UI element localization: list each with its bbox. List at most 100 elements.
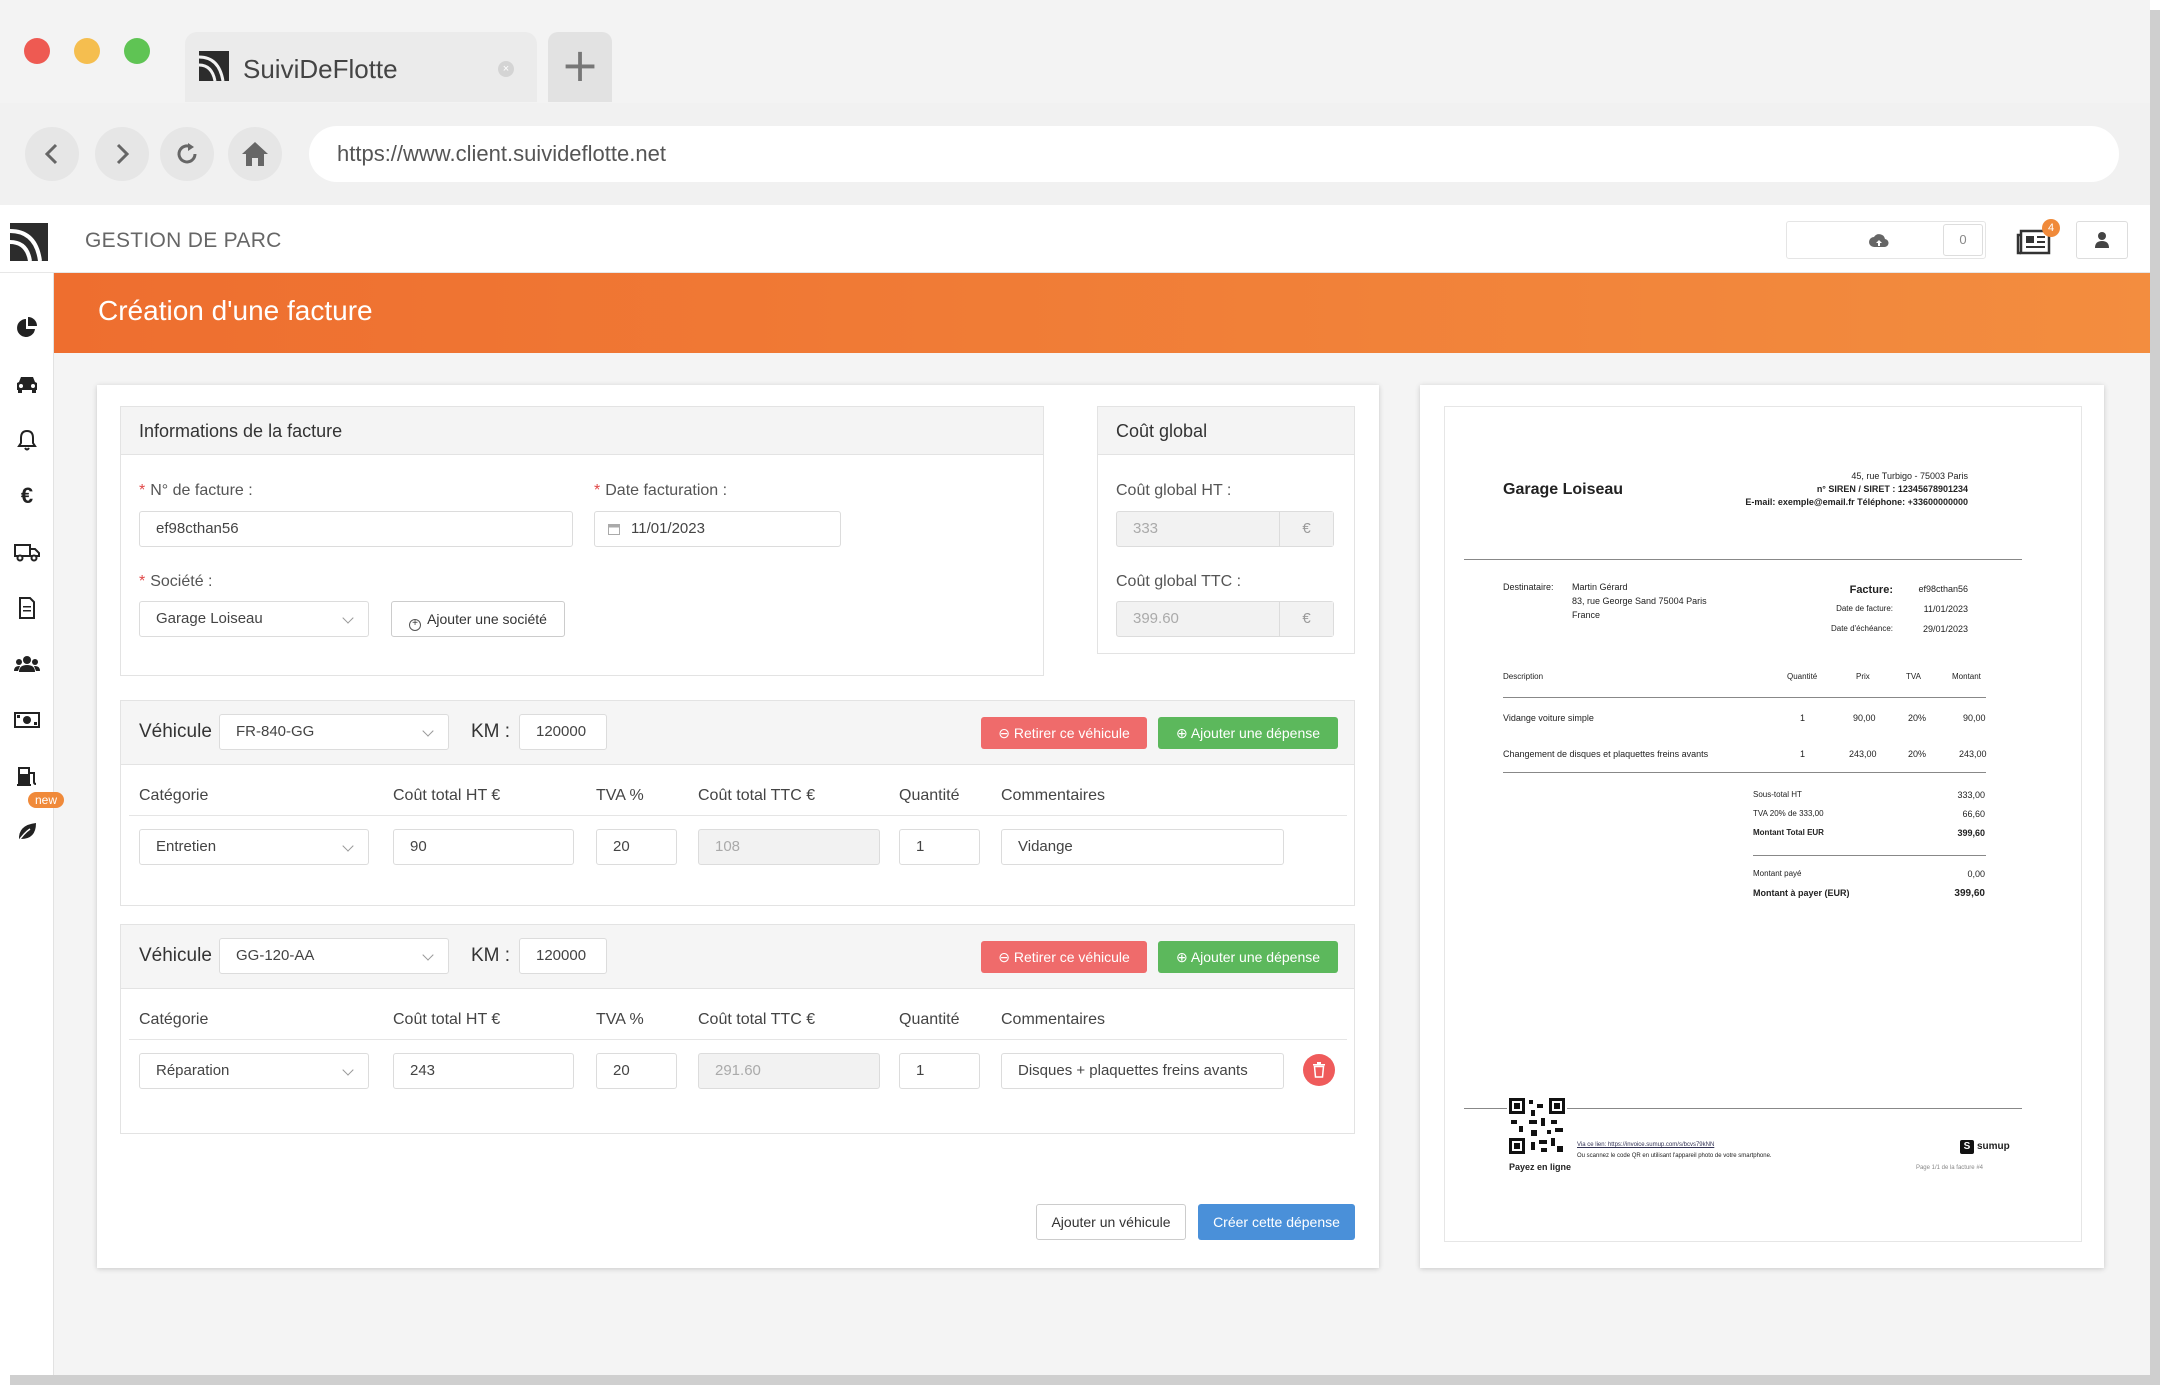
invoice-divider <box>1503 697 1986 698</box>
sidebar-item-ecology[interactable] <box>14 819 40 845</box>
reload-button[interactable] <box>160 127 214 181</box>
column-quantity: Quantité <box>899 787 960 804</box>
quantity-input[interactable]: 1 <box>899 829 980 865</box>
invoice-address: 45, rue Turbigo - 75003 Paris <box>1851 471 1968 481</box>
column-quantity: Quantité <box>899 1011 960 1028</box>
qr-code-icon[interactable] <box>1507 1096 1567 1156</box>
sidebar-item-payments[interactable] <box>14 707 40 733</box>
sidebar-item-drivers[interactable] <box>14 651 40 677</box>
sync-button[interactable]: 0 <box>1786 221 1986 259</box>
column-category: Catégorie <box>139 1011 209 1028</box>
sidebar-item-deliveries[interactable] <box>14 539 40 565</box>
vehicle-select[interactable]: FR-840-GG <box>219 714 449 750</box>
vehicle-label: Véhicule <box>139 721 212 742</box>
invoice-form-card: Informations de la facture * N° de factur… <box>97 385 1379 1268</box>
global-cost-title: Coût global <box>1098 407 1354 455</box>
users-icon <box>14 656 40 672</box>
delete-expense-button[interactable] <box>1303 1054 1335 1086</box>
remove-vehicle-button[interactable]: ⊖ Retirer ce véhicule <box>981 941 1147 973</box>
sidebar: € new <box>0 273 65 1375</box>
km-input[interactable]: 120000 <box>519 714 607 750</box>
invoice-line-price: 243,00 <box>1849 749 1877 759</box>
invoice-due: 29/01/2023 <box>1922 624 1968 634</box>
sidebar-item-costs[interactable]: € <box>14 483 40 509</box>
recipient-address: 83, rue George Sand 75004 Paris <box>1572 596 1707 606</box>
comment-input[interactable]: Vidange <box>1001 829 1284 865</box>
invoice-siren: n° SIREN / SIRET : 12345678901234 <box>1816 484 1968 494</box>
invoice-info-panel: Informations de la facture * N° de factur… <box>120 406 1044 676</box>
tab-title: SuiviDeFlotte <box>243 54 398 84</box>
forward-button[interactable] <box>95 127 149 181</box>
pay-link[interactable]: Via ce lien: https://invoice.sumup.com/s… <box>1577 1142 1714 1148</box>
comment-input[interactable]: Disques + plaquettes freins avants <box>1001 1053 1284 1089</box>
add-expense-button[interactable]: ⊕ Ajouter une dépense <box>1158 941 1338 973</box>
sidebar-item-documents[interactable] <box>14 595 40 621</box>
vehicle-label: Véhicule <box>139 945 212 966</box>
invoice-line-qty: 1 <box>1800 749 1806 759</box>
invoice-col-price: Prix <box>1856 672 1870 681</box>
page-header: Création d'une facture <box>54 273 2150 353</box>
tva-input[interactable]: 20 <box>596 829 677 865</box>
vehicle-header: Véhicule GG-120-AA KM : 120000 ⊖ Retirer… <box>121 925 1354 989</box>
sidebar-item-fuel[interactable] <box>14 763 40 789</box>
date-input[interactable]: 11/01/2023 <box>594 511 841 547</box>
total-label: Montant Total EUR <box>1753 828 1824 837</box>
category-select[interactable]: Réparation <box>139 1053 369 1089</box>
invoice-contact: E-mail: exemple@email.fr Téléphone: +336… <box>1745 497 1968 507</box>
address-bar[interactable]: https://www.client.suivideflotte.net <box>309 126 2119 182</box>
company-select[interactable]: Garage Loiseau <box>139 601 369 637</box>
user-menu-button[interactable] <box>2076 221 2128 259</box>
invoice-due-label: Date d'échéance: <box>1830 624 1893 633</box>
close-window-button[interactable] <box>24 38 50 64</box>
add-company-button[interactable]: + Ajouter une société <box>391 601 565 637</box>
brand-logo-icon[interactable] <box>10 223 48 261</box>
tab-close-icon[interactable]: × <box>498 61 514 77</box>
back-button[interactable] <box>25 127 79 181</box>
global-cost-panel: Coût global Coût global HT : 333 € Coût … <box>1097 406 1355 654</box>
global-ht-input: 333 € <box>1116 511 1334 547</box>
invoice-company: Garage Loiseau <box>1503 481 1624 498</box>
invoice-number-input[interactable]: ef98cthan56 <box>139 511 573 547</box>
notification-badge: 4 <box>2042 219 2060 237</box>
invoice-col-amount: Montant <box>1952 672 1981 681</box>
browser-tab[interactable]: SuiviDeFlotte × <box>185 32 537 102</box>
home-button[interactable] <box>228 127 282 181</box>
new-tab-button[interactable]: + <box>548 32 612 102</box>
euro-icon: € <box>20 483 34 508</box>
km-input[interactable]: 120000 <box>519 938 607 974</box>
column-comments: Commentaires <box>1001 787 1106 804</box>
quantity-input[interactable]: 1 <box>899 1053 980 1089</box>
tva-input[interactable]: 20 <box>596 1053 677 1089</box>
remove-vehicle-button[interactable]: ⊖ Retirer ce véhicule <box>981 717 1147 749</box>
invoice-label: Facture: <box>1849 584 1893 596</box>
vehicle-select[interactable]: GG-120-AA <box>219 938 449 974</box>
total-value: 399,60 <box>1957 828 1985 838</box>
sidebar-item-alerts[interactable] <box>14 427 40 453</box>
invoice-col-tva: TVA <box>1906 672 1921 681</box>
sidebar-item-vehicles[interactable] <box>14 371 40 397</box>
date-value: 11/01/2023 <box>631 520 705 537</box>
invoice-date-label: Date de facture: <box>1836 604 1893 613</box>
invoice-col-quantity: Quantité <box>1787 672 1818 681</box>
invoice-date: 11/01/2023 <box>1923 604 1968 614</box>
minus-circle-icon: ⊖ <box>998 949 1014 965</box>
cost-ht-input[interactable]: 90 <box>393 829 574 865</box>
euro-addon: € <box>1279 602 1333 636</box>
create-expense-button[interactable]: Créer cette dépense <box>1198 1204 1355 1240</box>
minimize-window-button[interactable] <box>74 38 100 64</box>
global-ht-label: Coût global HT : <box>1116 482 1232 499</box>
fuel-pump-icon <box>17 767 37 786</box>
column-cost-ttc: Coût total TTC € <box>698 787 816 804</box>
chevron-left-icon <box>44 143 58 165</box>
add-vehicle-button[interactable]: Ajouter un véhicule <box>1036 1204 1186 1240</box>
due-amount-value: 399,60 <box>1954 888 1985 899</box>
column-cost-ttc: Coût total TTC € <box>698 1011 816 1028</box>
recipient-country: France <box>1572 610 1601 620</box>
category-select[interactable]: Entretien <box>139 829 369 865</box>
add-expense-button[interactable]: ⊕ Ajouter une dépense <box>1158 717 1338 749</box>
cost-ht-input[interactable]: 243 <box>393 1053 574 1089</box>
sidebar-item-dashboard[interactable] <box>14 315 40 341</box>
maximize-window-button[interactable] <box>124 38 150 64</box>
cost-ttc-input: 291.60 <box>698 1053 880 1089</box>
trash-icon <box>1313 1062 1325 1078</box>
